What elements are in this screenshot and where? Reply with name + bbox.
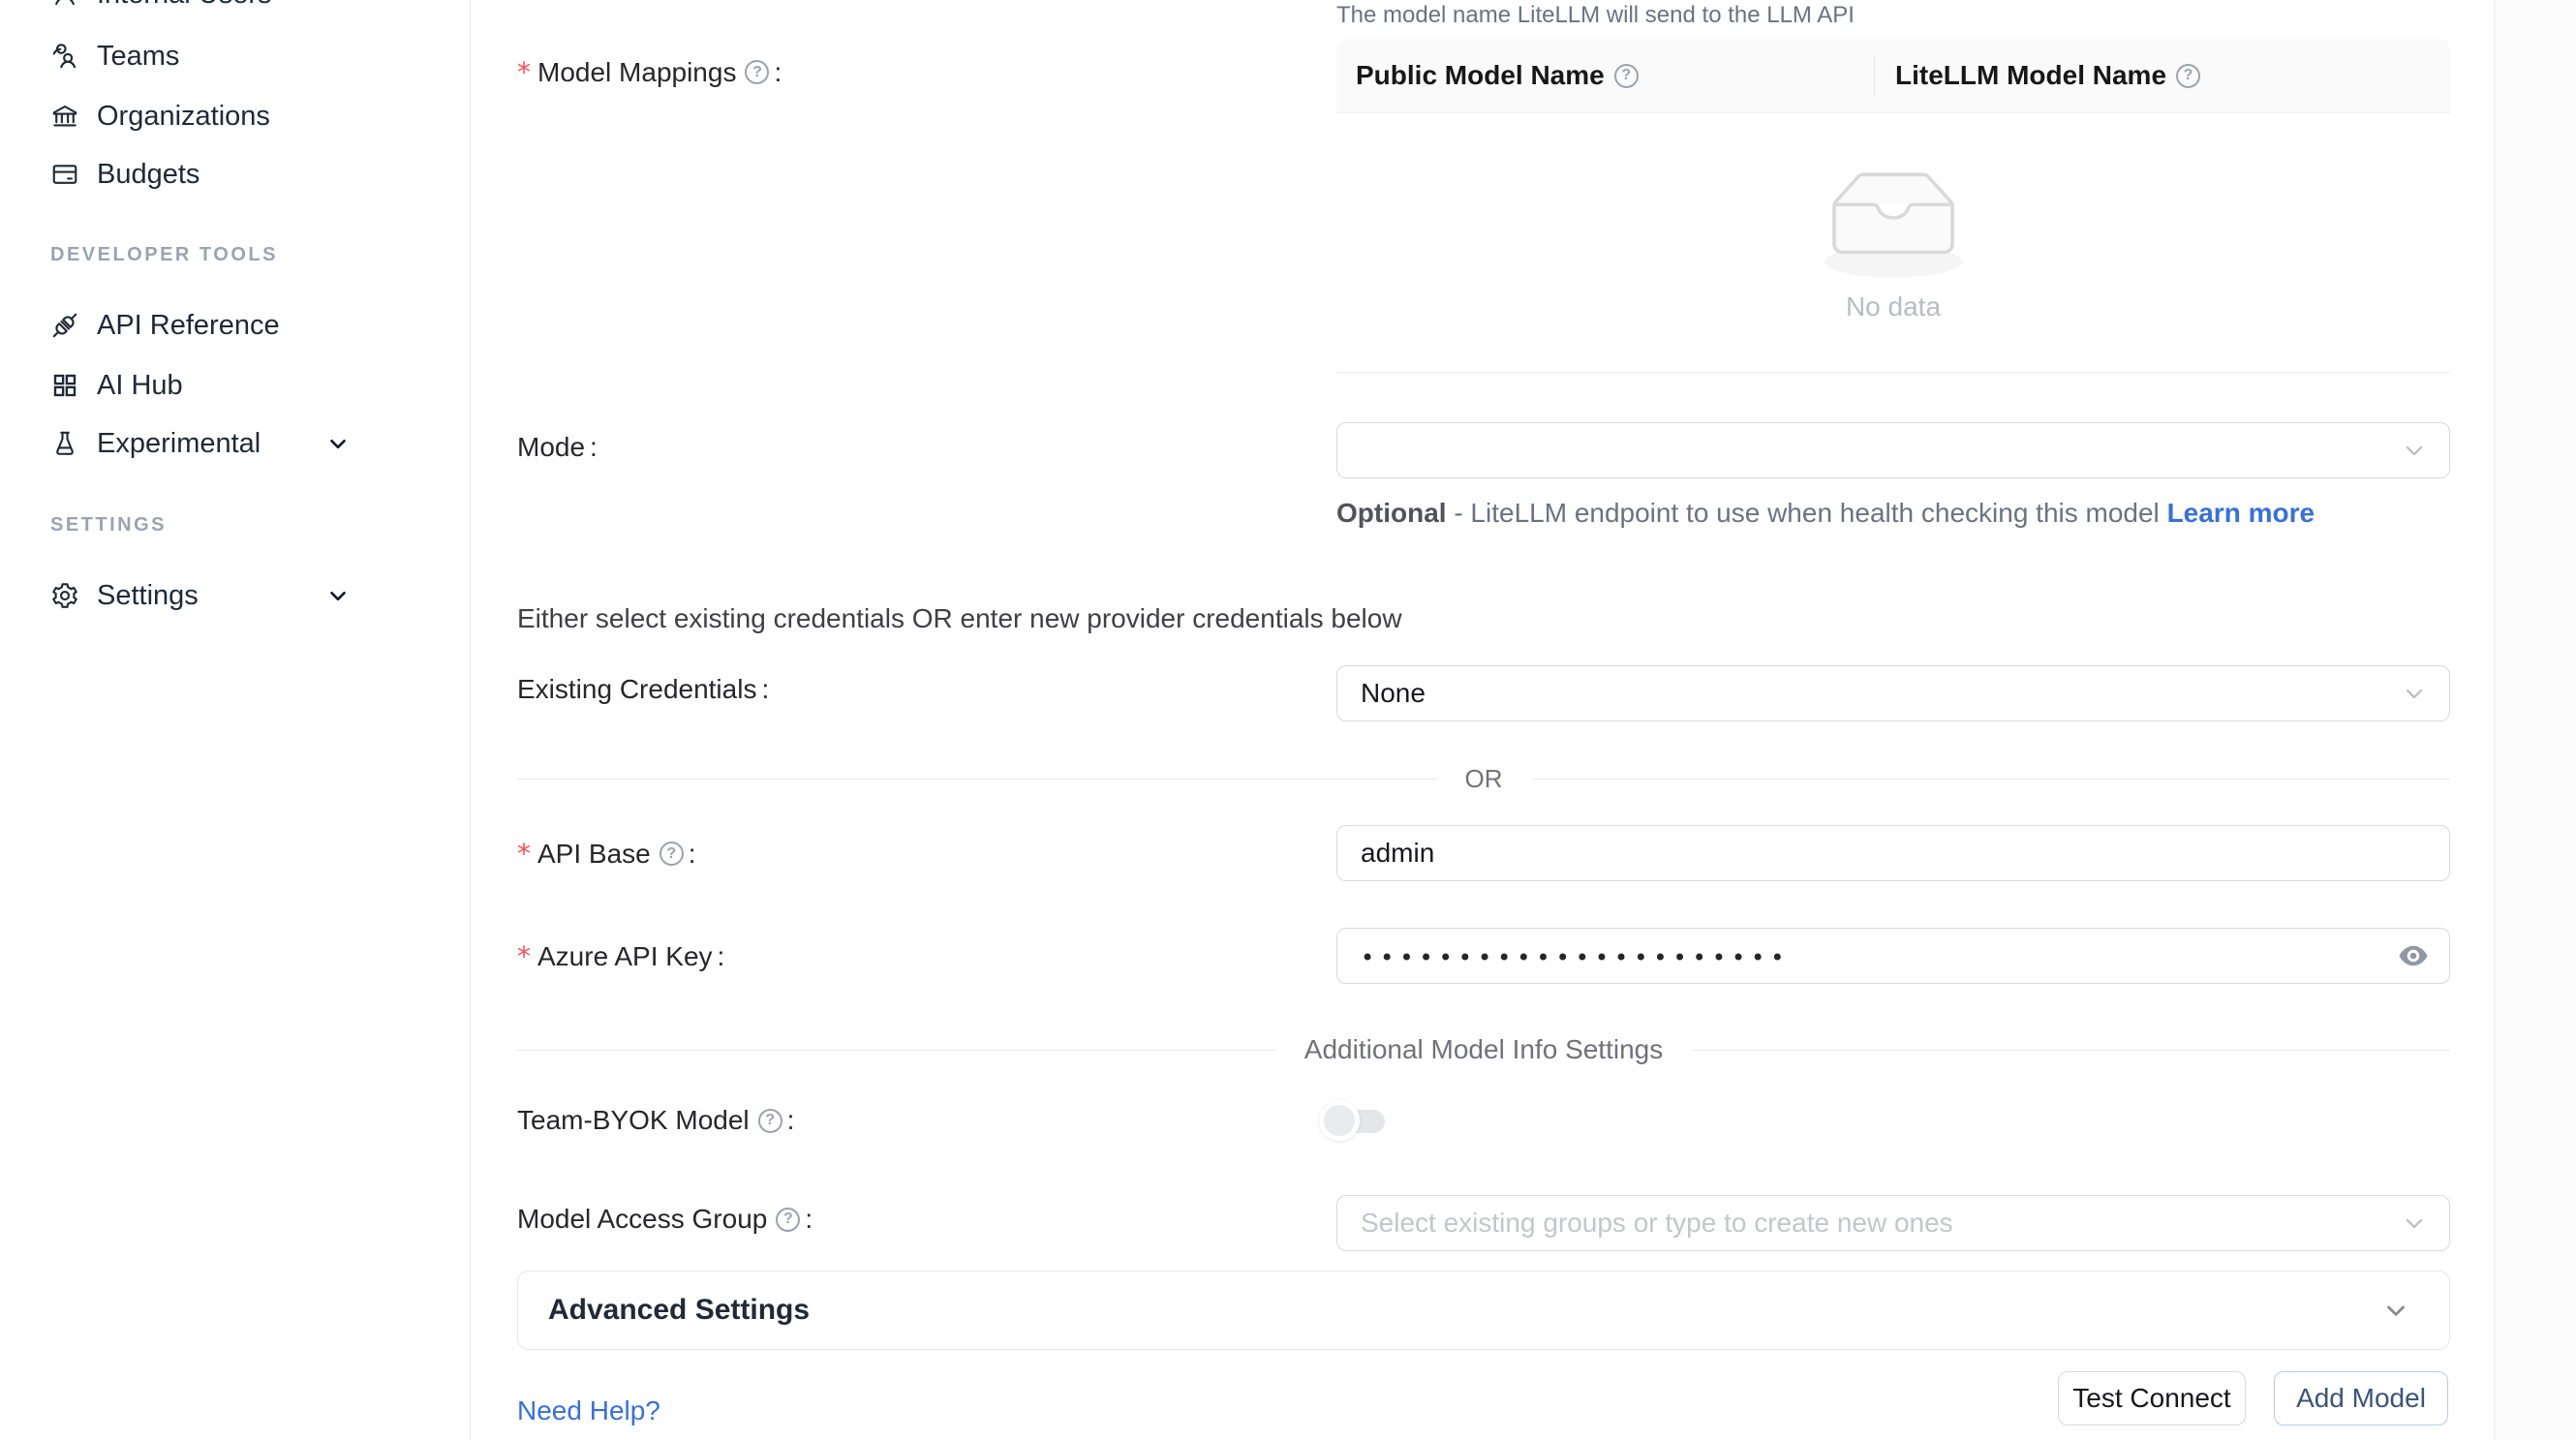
team-byok-toggle[interactable]	[1319, 1100, 1387, 1141]
model-access-group-input[interactable]	[1337, 1208, 2449, 1239]
api-base-label: * API Base ? :	[517, 838, 696, 870]
table-header-row: Public Model Name ? LiteLLM Model Name ?	[1336, 39, 2450, 113]
sidebar-section-developer-tools: DEVELOPER TOOLS	[50, 244, 278, 266]
help-circle-icon[interactable]: ?	[745, 60, 769, 84]
model-mappings-label: * Model Mappings ? :	[517, 56, 782, 88]
chevron-down-icon	[2381, 1296, 2410, 1325]
page-background	[2496, 0, 2576, 1440]
api-plug-icon	[50, 311, 79, 340]
sidebar-item-experimental[interactable]: Experimental	[0, 420, 471, 467]
mode-select[interactable]	[1336, 422, 2450, 478]
sidebar-item-label: AI Hub	[97, 370, 183, 402]
chevron-down-icon	[325, 583, 351, 608]
gear-icon	[50, 581, 79, 610]
sidebar-item-ai-hub[interactable]: AI Hub	[0, 362, 471, 409]
advanced-settings-title: Advanced Settings	[548, 1294, 810, 1327]
column-divider	[1874, 56, 1875, 96]
sidebar-item-label: Settings	[97, 580, 199, 612]
model-name-hint: The model name LiteLLM will send to the …	[1336, 2, 1855, 29]
sidebar-item-settings[interactable]: Settings	[0, 572, 471, 619]
help-circle-icon[interactable]: ?	[758, 1109, 782, 1133]
sidebar-item-organizations[interactable]: Organizations	[0, 93, 471, 139]
model-mappings-table: Public Model Name ? LiteLLM Model Name ?…	[1336, 39, 2450, 373]
empty-state-text: No data	[1846, 291, 1941, 322]
sidebar-item-api-reference[interactable]: API Reference	[0, 302, 471, 349]
eye-icon[interactable]	[2397, 939, 2430, 972]
mode-select-input[interactable]	[1337, 435, 2449, 466]
sidebar: Internal Users Teams Organizations Budge…	[0, 0, 471, 1440]
sidebar-item-label: Teams	[97, 41, 179, 73]
or-divider: OR	[517, 764, 2450, 794]
empty-box-icon	[1800, 164, 1986, 282]
advanced-settings-panel[interactable]: Advanced Settings	[517, 1271, 2450, 1350]
credit-card-icon	[50, 160, 79, 189]
appstore-icon	[50, 371, 79, 400]
masked-password-value: ••••••••••••••••••••••	[1337, 944, 1790, 971]
sidebar-item-label: Internal Users	[97, 0, 272, 11]
additional-settings-divider: Additional Model Info Settings	[517, 1034, 2450, 1065]
test-connect-button[interactable]: Test Connect	[2058, 1371, 2246, 1425]
help-circle-icon[interactable]: ?	[2176, 64, 2200, 88]
credentials-note: Either select existing credentials OR en…	[517, 603, 1402, 634]
column-header-public-model-name: Public Model Name ?	[1336, 39, 1874, 112]
teams-icon	[50, 42, 79, 71]
learn-more-link[interactable]: Learn more	[2167, 498, 2315, 528]
required-asterisk: *	[517, 940, 531, 972]
sidebar-section-settings: SETTINGS	[50, 514, 167, 536]
required-asterisk: *	[517, 56, 531, 88]
user-icon	[50, 0, 79, 9]
api-base-input[interactable]	[1337, 838, 2449, 869]
existing-credentials-label: Existing Credentials:	[517, 674, 769, 705]
existing-credentials-select[interactable]	[1336, 665, 2450, 721]
team-byok-label: Team-BYOK Model ? :	[517, 1105, 794, 1136]
column-header-litellm-model-name: LiteLLM Model Name ?	[1874, 39, 2200, 112]
sidebar-item-label: Budgets	[97, 159, 199, 191]
sidebar-item-label: Experimental	[97, 428, 261, 460]
api-base-field[interactable]	[1336, 825, 2450, 881]
need-help-link[interactable]: Need Help?	[517, 1395, 660, 1426]
bank-icon	[50, 102, 79, 131]
mode-label: Mode:	[517, 432, 598, 463]
model-access-group-label: Model Access Group ? :	[517, 1204, 813, 1235]
required-asterisk: *	[517, 838, 531, 870]
toggle-knob	[1319, 1100, 1360, 1141]
add-model-form: The model name LiteLLM will send to the …	[471, 0, 2495, 1440]
help-circle-icon[interactable]: ?	[776, 1208, 800, 1232]
sidebar-item-teams[interactable]: Teams	[0, 33, 471, 79]
chevron-down-icon	[325, 431, 351, 456]
table-empty-state: No data	[1336, 113, 2450, 373]
help-circle-icon[interactable]: ?	[659, 842, 684, 866]
existing-credentials-value[interactable]	[1337, 678, 2449, 709]
flask-icon	[50, 429, 79, 458]
mode-helper-text: Optional - LiteLLM endpoint to use when …	[1336, 491, 2436, 536]
model-access-group-select[interactable]	[1336, 1195, 2450, 1251]
sidebar-item-label: API Reference	[97, 310, 280, 342]
azure-api-key-label: * Azure API Key :	[517, 940, 724, 972]
azure-api-key-field[interactable]: ••••••••••••••••••••••	[1336, 928, 2450, 984]
sidebar-item-budgets[interactable]: Budgets	[0, 151, 471, 198]
sidebar-item-label: Organizations	[97, 101, 270, 133]
sidebar-item-internal-users[interactable]: Internal Users	[0, 0, 471, 17]
help-circle-icon[interactable]: ?	[1614, 64, 1639, 88]
add-model-button[interactable]: Add Model	[2274, 1371, 2448, 1425]
